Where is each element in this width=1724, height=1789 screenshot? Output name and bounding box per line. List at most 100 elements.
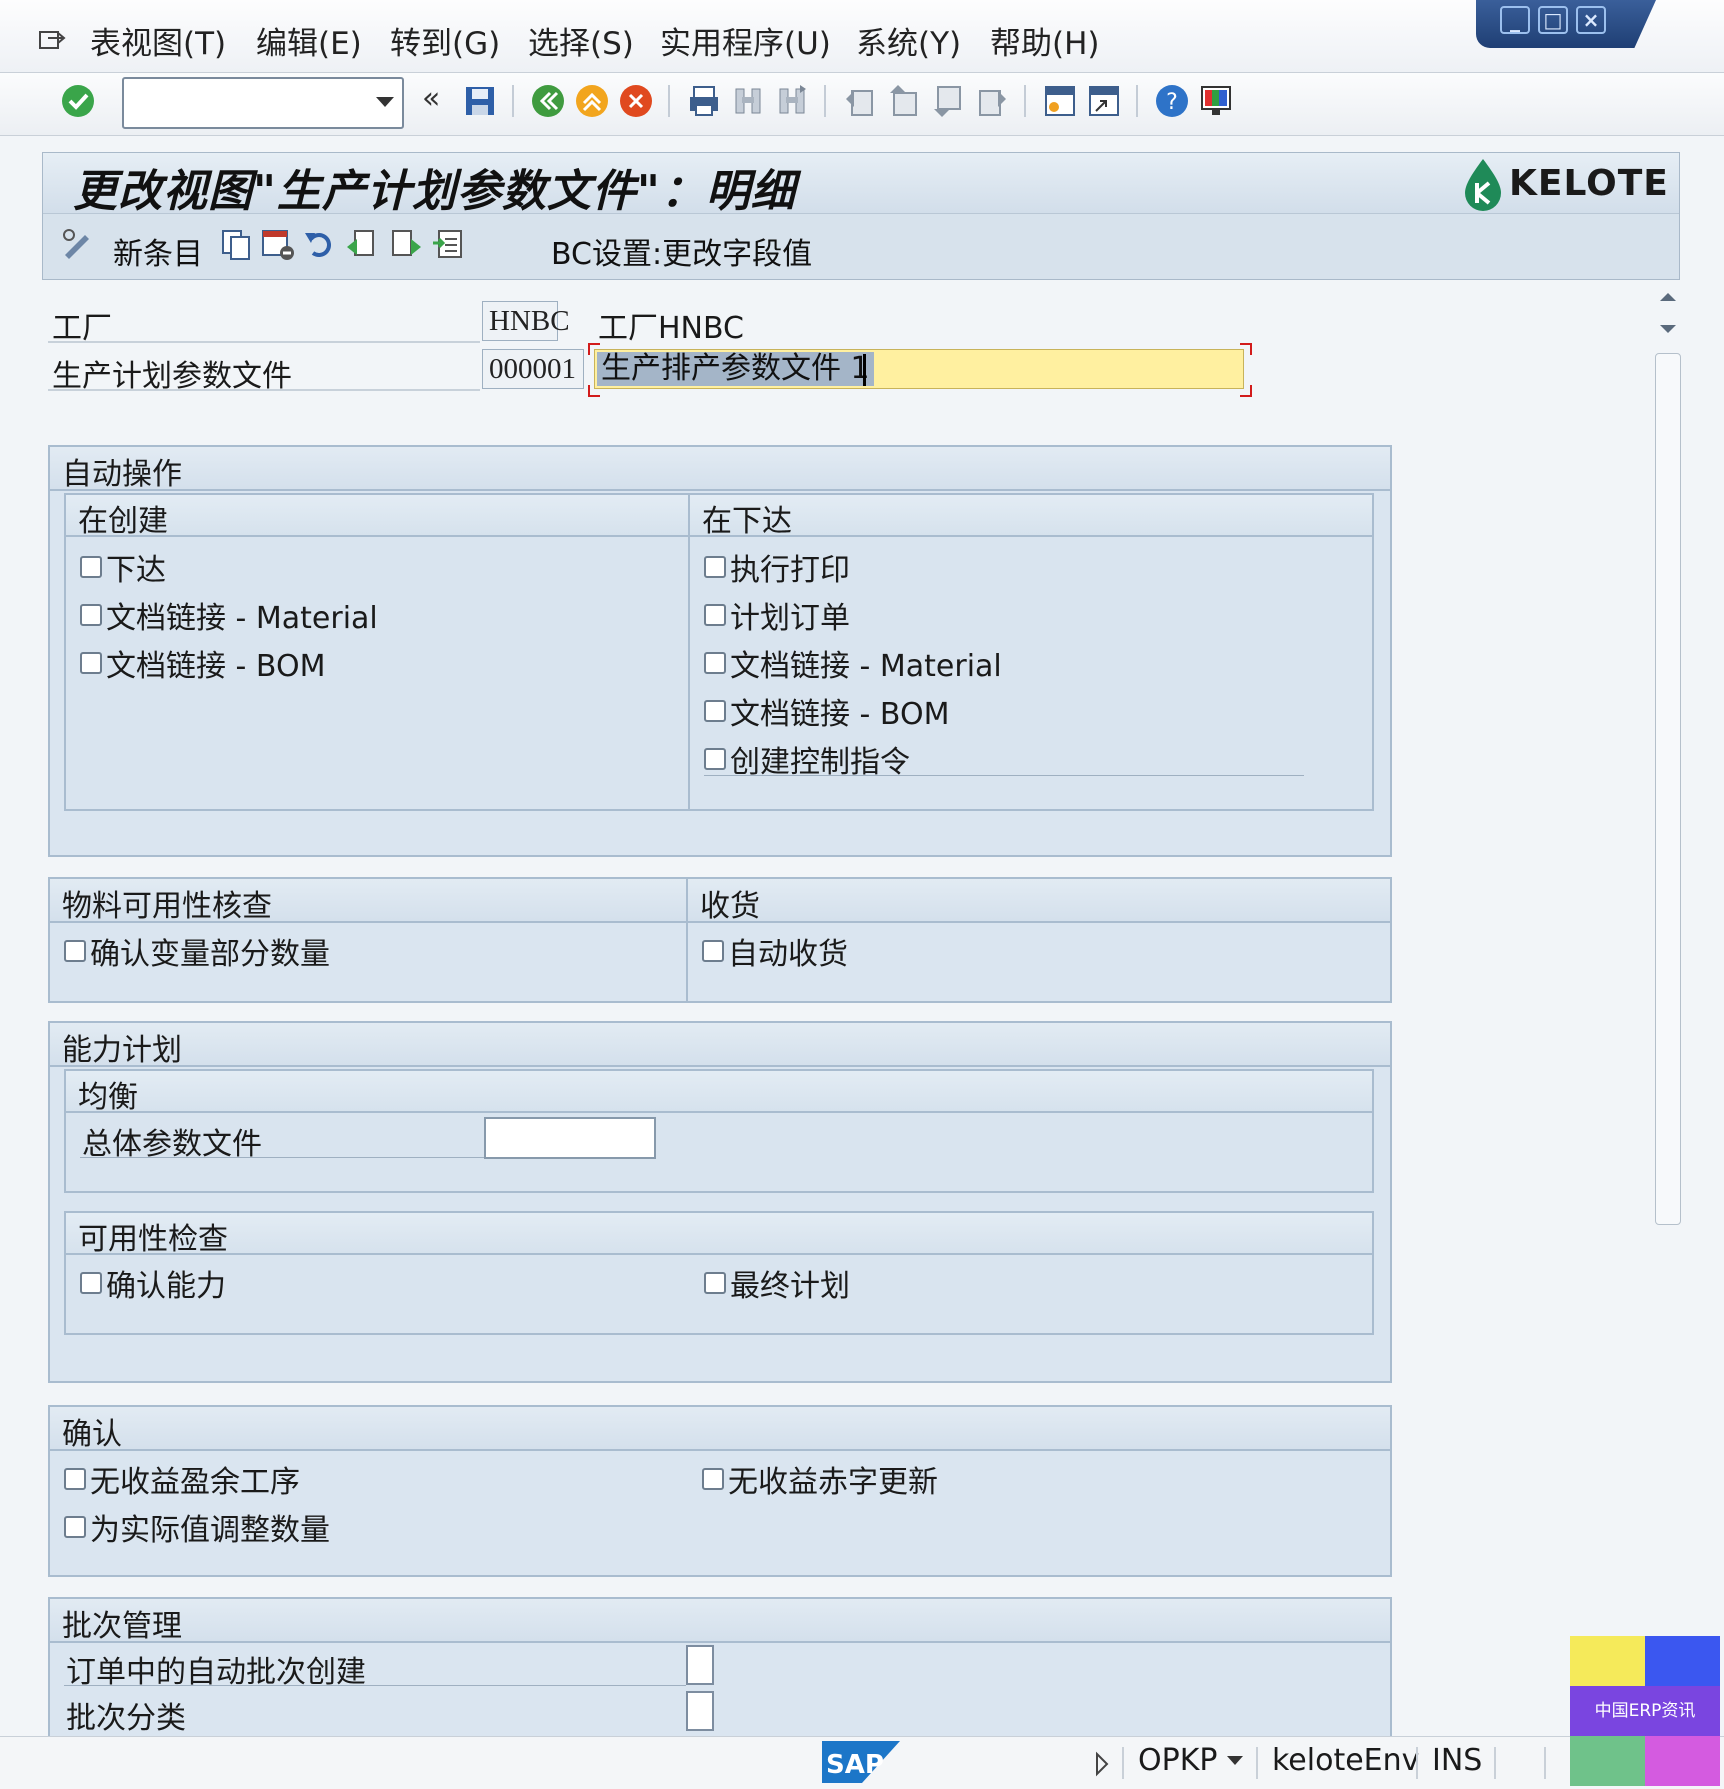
checkbox-box[interactable]	[80, 1272, 102, 1294]
last-page-icon[interactable]	[974, 83, 1010, 119]
group-automatic-actions: 自动操作 在创建 在下达 下达 文档链接 - Material 文档链接 - B…	[48, 445, 1392, 857]
subgroup-leveling: 均衡 总体参数文件	[64, 1069, 1374, 1193]
window-controls: _ □ ×	[1476, 0, 1656, 48]
checkbox-no-surplus-operation[interactable]: 无收益盈余工序	[64, 1457, 300, 1501]
menu-icon[interactable]	[38, 26, 68, 52]
shortcut-icon[interactable]	[1086, 83, 1122, 119]
checkbox-no-deficit-update[interactable]: 无收益赤字更新	[702, 1457, 938, 1501]
checkbox-box[interactable]	[64, 1468, 86, 1490]
collapse-icon[interactable]: «	[422, 81, 440, 116]
find-next-icon[interactable]	[774, 83, 810, 119]
create-session-icon[interactable]	[1042, 83, 1078, 119]
svg-text:?: ?	[1166, 90, 1178, 115]
profile-key-field: 000001	[482, 349, 584, 389]
first-page-icon[interactable]	[842, 83, 878, 119]
checkbox-box[interactable]	[704, 556, 726, 578]
menu-selection[interactable]: 选择(S)	[528, 18, 634, 63]
group-title: 批次管理	[62, 1609, 182, 1644]
back-icon[interactable]	[530, 83, 566, 119]
checkbox-box[interactable]	[702, 940, 724, 962]
status-expand-icon[interactable]	[1094, 1751, 1110, 1777]
display-change-icon[interactable]	[61, 227, 95, 261]
customize-layout-icon[interactable]	[1198, 83, 1234, 119]
group-header: 物料可用性核查 收货	[50, 879, 1390, 924]
checkbox-release-doc-link-material[interactable]: 文档链接 - Material	[704, 641, 1002, 685]
label-underline	[48, 341, 480, 343]
separator	[1256, 1747, 1258, 1779]
vertical-scrollbar[interactable]	[1652, 281, 1684, 1736]
previous-entry-icon[interactable]	[345, 227, 379, 261]
menu-help[interactable]: 帮助(H)	[990, 18, 1100, 63]
overall-profile-input[interactable]	[484, 1117, 656, 1159]
checkbox-release[interactable]: 下达	[80, 545, 166, 589]
profile-description-text: 生产排产参数文件 1	[597, 352, 874, 386]
menu-utilities[interactable]: 实用程序(U)	[660, 18, 831, 63]
menu-edit[interactable]: 编辑(E)	[256, 18, 362, 63]
checkbox-adjust-qty-actual[interactable]: 为实际值调整数量	[64, 1505, 330, 1549]
checkbox-box[interactable]	[64, 940, 86, 962]
checkbox-box[interactable]	[704, 700, 726, 722]
close-icon[interactable]: ×	[1576, 6, 1606, 34]
checkbox-confirm-capacity[interactable]: 确认能力	[80, 1261, 226, 1305]
save-icon[interactable]	[462, 83, 498, 119]
next-page-icon[interactable]	[930, 83, 966, 119]
command-field[interactable]	[122, 77, 404, 129]
checkbox-auto-goods-receipt[interactable]: 自动收货	[702, 929, 848, 973]
sap-logo-text: SAP	[826, 1750, 884, 1780]
command-input[interactable]	[124, 79, 364, 125]
menu-system[interactable]: 系统(Y)	[856, 18, 961, 63]
kelote-logo-icon	[1465, 159, 1501, 211]
subgroup-title: 均衡	[78, 1080, 138, 1115]
checkbox-box[interactable]	[704, 1272, 726, 1294]
scroll-down-icon[interactable]	[1658, 321, 1678, 337]
subgroup-header: 均衡	[66, 1071, 1372, 1115]
previous-page-icon[interactable]	[886, 83, 922, 119]
checkbox-doc-link-bom[interactable]: 文档链接 - BOM	[80, 641, 325, 685]
checkbox-box[interactable]	[702, 1468, 724, 1490]
new-entries-button[interactable]: 新条目	[113, 229, 203, 273]
enter-check-icon[interactable]	[60, 83, 96, 119]
checkbox-box[interactable]	[704, 748, 726, 770]
minimize-icon[interactable]: _	[1500, 6, 1530, 34]
menu-table-view[interactable]: 表视图(T)	[90, 18, 226, 63]
cancel-icon[interactable]	[618, 83, 654, 119]
checkbox-box[interactable]	[80, 652, 102, 674]
command-dropdown-icon[interactable]	[376, 97, 394, 107]
select-all-icon[interactable]	[431, 227, 465, 261]
focus-corner	[588, 385, 600, 397]
checkbox-finite-scheduling[interactable]: 最终计划	[704, 1261, 850, 1305]
help-icon[interactable]: ?	[1154, 83, 1190, 119]
scroll-thumb[interactable]	[1655, 353, 1681, 1225]
checkbox-release-doc-link-bom[interactable]: 文档链接 - BOM	[704, 689, 949, 733]
checkbox-execute-print[interactable]: 执行打印	[704, 545, 850, 589]
next-entry-icon[interactable]	[389, 227, 423, 261]
group-confirmation: 确认 无收益盈余工序 为实际值调整数量 无收益赤字更新	[48, 1405, 1392, 1577]
checkbox-label: 为实际值调整数量	[90, 1513, 330, 1548]
checkbox-box[interactable]	[704, 604, 726, 626]
checkbox-planned-order[interactable]: 计划订单	[704, 593, 850, 637]
maximize-icon[interactable]: □	[1538, 6, 1568, 34]
chevron-down-icon[interactable]	[1226, 1755, 1244, 1767]
column-divider	[686, 879, 688, 1001]
print-icon[interactable]	[686, 83, 722, 119]
batch-classification-input[interactable]	[686, 1691, 714, 1731]
delete-icon[interactable]	[261, 227, 295, 261]
auto-batch-creation-input[interactable]	[686, 1645, 714, 1685]
checkbox-box[interactable]	[64, 1516, 86, 1538]
scroll-up-icon[interactable]	[1658, 289, 1678, 305]
copy-as-icon[interactable]	[219, 227, 253, 261]
bc-set-change-button[interactable]: BC设置:更改字段值	[551, 229, 812, 273]
menu-goto[interactable]: 转到(G)	[390, 18, 500, 63]
status-bar: SAP OPKP keloteEnv INS	[0, 1736, 1724, 1789]
checkbox-label: 文档链接 - BOM	[106, 649, 326, 684]
standard-toolbar: « ?	[0, 73, 1724, 136]
find-icon[interactable]	[730, 83, 766, 119]
checkbox-box[interactable]	[704, 652, 726, 674]
checkbox-box[interactable]	[80, 556, 102, 578]
checkbox-box[interactable]	[80, 604, 102, 626]
checkbox-confirm-variable-qty[interactable]: 确认变量部分数量	[64, 929, 330, 973]
profile-description-input[interactable]: 生产排产参数文件 1	[594, 349, 1244, 389]
exit-icon[interactable]	[574, 83, 610, 119]
checkbox-doc-link-material[interactable]: 文档链接 - Material	[80, 593, 378, 637]
undo-icon[interactable]	[303, 227, 337, 261]
